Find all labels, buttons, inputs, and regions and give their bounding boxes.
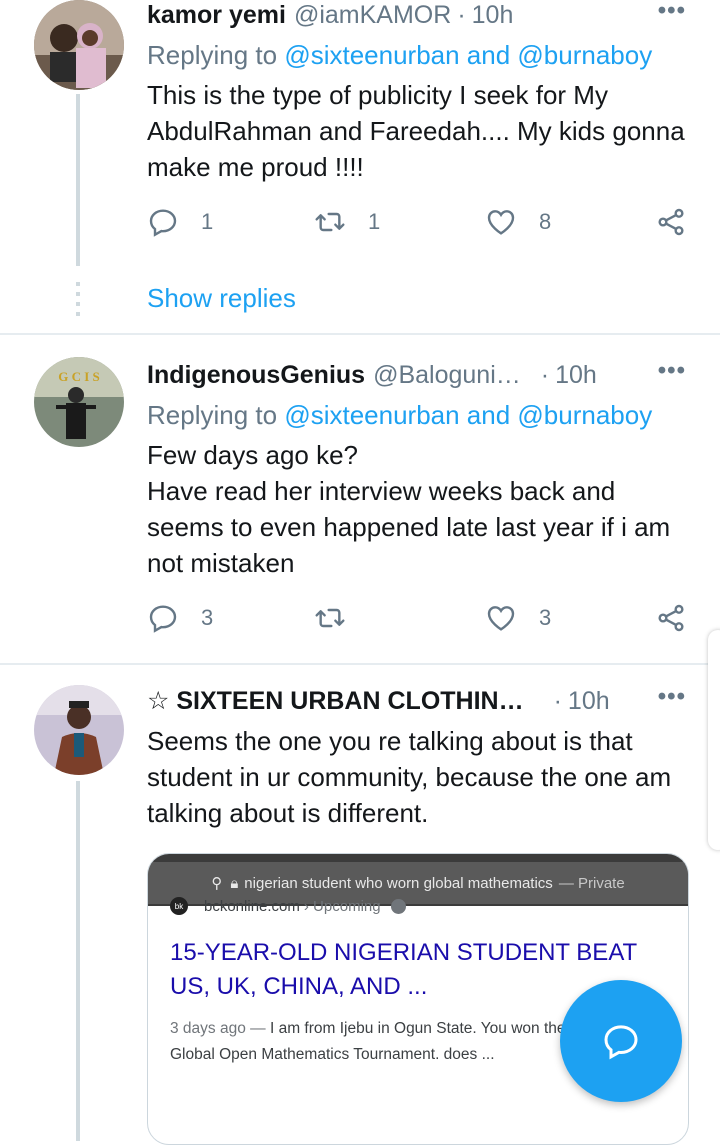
divider [0,663,720,665]
lock-icon: 🔒︎ [230,874,239,892]
timestamp[interactable]: 10h [555,361,597,390]
tweet-header: IndigenousGenius @Baloguni… · 10h ••• [147,357,686,393]
avatar[interactable] [34,685,124,775]
replying-to-prefix: Replying to [147,40,285,70]
like-icon [487,210,515,235]
separator-dot: · [553,686,562,715]
separator-dot: · [540,360,550,389]
tweet-1[interactable]: kamor yemi @iamKAMOR · 10h ••• Replying … [0,0,720,333]
share-button[interactable] [655,206,687,238]
replying-to-users[interactable]: @sixteenurban and @burnaboy [284,400,652,430]
divider [0,333,720,335]
tweet-text: Seems the one you re talking about is th… [147,726,672,828]
search-icon: ⚲ [211,875,223,892]
avatar-logo-text: G C I S [58,369,100,384]
replying-to: Replying to @sixteenurban and @burnaboy [147,400,652,431]
thread-line [76,94,80,266]
like-icon [487,606,515,631]
timestamp[interactable]: 10h [472,1,514,30]
site-logo-icon: bk [170,897,188,915]
tweet-actions: 3 3 [147,602,687,642]
media-snippet: 3 days ago — I am from Ijebu in Ogun Sta… [170,1016,570,1068]
user-handle[interactable]: @Baloguni… [373,361,521,390]
share-icon [658,604,684,632]
like-button[interactable]: 8 [485,206,551,238]
replying-to-users[interactable]: @sixteenurban and @burnaboy [284,40,652,70]
media-url-private: — Private [558,874,625,892]
user-handle[interactable]: @iamKAMOR [294,1,451,30]
more-icon[interactable]: ••• [658,0,686,25]
avatar[interactable]: G C I S [34,357,124,447]
reply-icon [149,605,177,633]
media-snippet-date: 3 days ago — [170,1020,266,1037]
reply-button[interactable]: 1 [147,206,213,238]
retweet-icon [315,212,345,232]
display-name[interactable]: ☆ SIXTEEN URBAN CLOTHIN… [147,686,524,716]
tweet-text: This is the type of publicity I seek for… [147,80,685,182]
avatar-photo [34,685,124,775]
display-name[interactable]: IndigenousGenius [147,361,365,390]
retweet-count: 1 [368,209,381,234]
timestamp[interactable]: 10h [568,687,610,716]
side-scroll-handle[interactable] [708,630,720,850]
media-site-section: › Upcoming [303,897,381,915]
compose-reply-icon [604,1025,638,1060]
tweet-2[interactable]: G C I S IndigenousGenius @Baloguni… · 10… [0,355,720,655]
retweet-button[interactable] [314,602,346,634]
separator-dot: · [457,0,466,29]
compose-reply-button[interactable] [560,980,682,1102]
retweet-icon [315,608,345,628]
reply-count: 3 [201,605,214,630]
amp-bolt-icon [390,898,406,914]
share-button[interactable] [655,602,687,634]
reply-button[interactable]: 3 [147,602,213,634]
retweet-button[interactable]: 1 [314,206,380,238]
media-site-name: bckonline.com [204,897,300,915]
reply-count: 1 [201,209,214,234]
display-name[interactable]: kamor yemi [147,1,286,30]
like-count: 3 [539,605,552,630]
avatar-photo [34,0,124,90]
avatar-photo: G C I S [34,357,124,447]
replying-to: Replying to @sixteenurban and @burnaboy [147,40,652,71]
thread-line [76,781,80,1141]
share-icon [658,208,684,236]
tweet-actions: 1 1 8 [147,206,687,246]
like-button[interactable]: 3 [485,602,551,634]
media-headline: 15-YEAR-OLD NIGERIAN STUDENT BEAT US, UK… [170,939,637,1000]
reply-icon [149,209,177,237]
tweet-header: ☆ SIXTEEN URBAN CLOTHIN… · 10h ••• [147,683,686,719]
like-count: 8 [539,209,552,234]
media-site-line: bk bckonline.com › Upcoming [170,897,406,915]
thread-dotted-line [76,282,80,316]
more-icon[interactable]: ••• [658,357,686,385]
tweet-header: kamor yemi @iamKAMOR · 10h ••• [147,0,686,33]
avatar[interactable] [34,0,124,90]
show-replies-link[interactable]: Show replies [147,283,296,314]
more-icon[interactable]: ••• [658,683,686,711]
replying-to-prefix: Replying to [147,400,285,430]
tweet-text: Few days ago ke? Have read her interview… [147,440,671,578]
media-url-text: nigerian student who worn global mathema… [244,874,553,892]
